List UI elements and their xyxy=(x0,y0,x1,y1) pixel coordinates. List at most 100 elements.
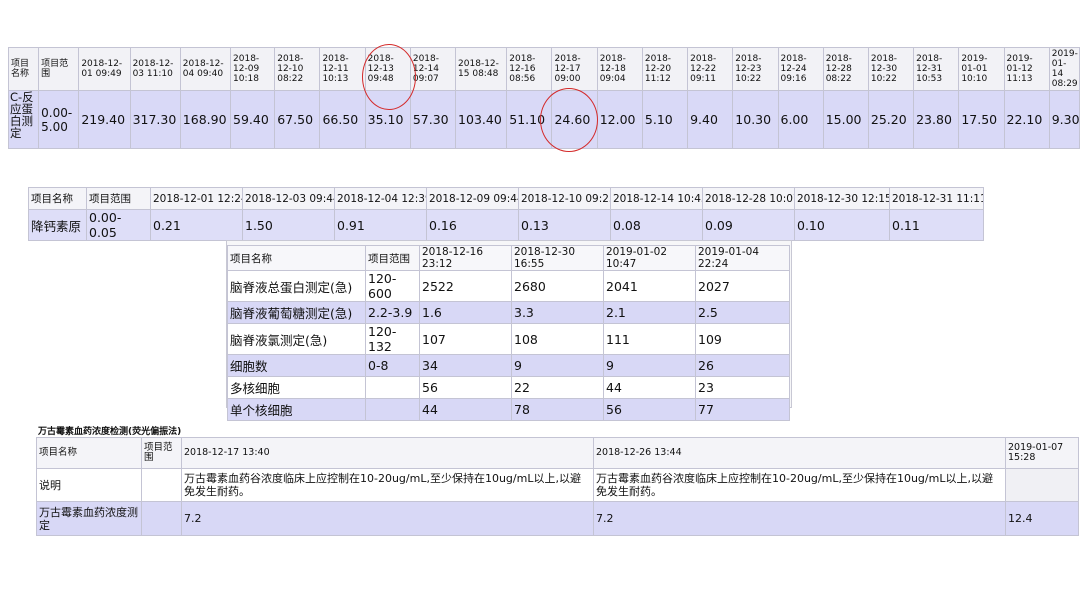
value-cell: 0.13 xyxy=(518,209,611,241)
date-header-cell: 2018-12-30 12:15 xyxy=(794,187,890,210)
value-cell: 12.4 xyxy=(1005,501,1079,536)
item-name-cell: 细胞数 xyxy=(227,354,366,377)
value-cell: 317.30 xyxy=(129,90,181,149)
date-header-cell: 2018-12-01 09:49 xyxy=(78,47,131,91)
date-header-cell: 2018-12-26 13:44 xyxy=(593,437,1006,469)
date-header-cell: 2018-12-28 10:07 xyxy=(702,187,795,210)
value-cell: 0.10 xyxy=(794,209,890,241)
table-row: 单个核细胞 44 78 56 77 xyxy=(227,398,790,421)
item-name-cell: 说明 xyxy=(36,468,142,502)
value-cell: 168.90 xyxy=(179,90,232,149)
item-name-cell: C-反应蛋白测定 xyxy=(7,90,40,149)
value-cell: 103.40 xyxy=(455,90,508,149)
date-header-cell: 2018-12-10 08:22 xyxy=(274,47,321,91)
crp-header-row: 项目名称 项目范围 2018-12-01 09:49 2018-12-03 11:… xyxy=(7,47,1080,91)
value-cell: 9 xyxy=(511,354,604,377)
value-cell: 67.50 xyxy=(274,90,321,149)
item-range-cell: 0.00-5.00 xyxy=(38,90,80,149)
item-range-cell xyxy=(141,501,182,536)
date-header-cell: 2018-12-23 10:22 xyxy=(732,47,779,91)
header-name-cell: 项目名称 xyxy=(7,47,40,91)
table-row: 脑脊液总蛋白测定(急) 120-600 2522 2680 2041 2027 xyxy=(227,270,790,302)
header-range-cell: 项目范围 xyxy=(365,245,420,271)
table-row: 说明 万古霉素血药谷浓度临床上应控制在10-20ug/mL,至少保持在10ug/m… xyxy=(36,468,1079,502)
value-cell: 9.30 xyxy=(1048,90,1080,149)
value-cell: 2.1 xyxy=(603,301,696,324)
header-name-cell: 项目名称 xyxy=(36,437,142,469)
item-name-cell: 单个核细胞 xyxy=(227,398,366,421)
value-cell: 44 xyxy=(603,376,696,399)
value-cell: 0.09 xyxy=(702,209,795,241)
value-cell: 2522 xyxy=(419,270,512,302)
table-row: 多核细胞 56 22 44 23 xyxy=(227,376,790,399)
vancomycin-table: 项目名称 项目范围 2018-12-17 13:40 2018-12-26 13:… xyxy=(36,437,1079,536)
value-cell: 219.40 xyxy=(78,90,131,149)
date-header-cell: 2019-01-14 08:29 xyxy=(1048,47,1080,91)
item-name-cell: 万古霉素血药浓度测定 xyxy=(36,501,142,536)
date-header-cell: 2018-12-30 10:22 xyxy=(867,47,915,91)
value-cell xyxy=(1005,468,1079,502)
table-row: 脑脊液葡萄糖测定(急) 2.2-3.9 1.6 3.3 2.1 2.5 xyxy=(227,301,790,324)
vancomycin-caption: 万古霉素血药浓度检测(荧光偏振法) xyxy=(38,427,182,437)
date-header-cell: 2018-12-31 11:11 xyxy=(889,187,984,210)
date-header-cell: 2018-12-18 09:04 xyxy=(596,47,643,91)
date-header-cell: 2019-01-04 22:24 xyxy=(695,245,790,271)
value-cell: 2041 xyxy=(603,270,696,302)
item-range-cell: 120-600 xyxy=(365,270,420,302)
value-cell: 15.00 xyxy=(822,90,869,149)
item-name-cell: 多核细胞 xyxy=(227,376,366,399)
value-cell: 0.91 xyxy=(334,209,427,241)
value-cell: 77 xyxy=(695,398,790,421)
date-header-cell: 2018-12-22 09:11 xyxy=(687,47,734,91)
value-cell: 1.6 xyxy=(419,301,512,324)
table-row: 脑脊液氯测定(急) 120-132 107 108 111 109 xyxy=(227,323,790,355)
item-range-cell: 120-132 xyxy=(365,323,420,355)
value-cell: 12.00 xyxy=(596,90,643,149)
item-name-cell: 脑脊液氯测定(急) xyxy=(227,323,366,355)
value-cell: 9.40 xyxy=(687,90,734,149)
value-cell: 56 xyxy=(419,376,512,399)
value-cell: 0.11 xyxy=(889,209,984,241)
value-cell: 0.16 xyxy=(426,209,519,241)
header-range-cell: 项目范围 xyxy=(141,437,182,469)
date-header-cell: 2018-12-31 10:53 xyxy=(913,47,960,91)
value-cell: 2.5 xyxy=(695,301,790,324)
item-name-cell: 降钙素原 xyxy=(28,209,87,241)
value-cell: 66.50 xyxy=(319,90,366,149)
date-header-cell: 2018-12-17 13:40 xyxy=(181,437,594,469)
date-header-cell: 2018-12-04 12:39 xyxy=(334,187,427,210)
date-header-cell: 2018-12-16 23:12 xyxy=(419,245,512,271)
date-header-cell: 2018-12-30 16:55 xyxy=(511,245,604,271)
value-cell: 26 xyxy=(695,354,790,377)
value-cell: 22 xyxy=(511,376,604,399)
value-cell: 23 xyxy=(695,376,790,399)
value-cell: 107 xyxy=(419,323,512,355)
item-range-cell xyxy=(365,376,420,399)
date-header-cell: 2019-01-01 10:10 xyxy=(958,47,1005,91)
item-name-cell: 脑脊液葡萄糖测定(急) xyxy=(227,301,366,324)
date-header-cell: 2018-12-09 09:44 xyxy=(426,187,519,210)
value-cell: 5.10 xyxy=(641,90,689,149)
value-cell: 17.50 xyxy=(958,90,1005,149)
date-header-cell: 2018-12-20 11:12 xyxy=(641,47,689,91)
value-cell: 78 xyxy=(511,398,604,421)
date-header-cell: 2018-12-14 09:07 xyxy=(409,47,457,91)
date-header-cell: 2019-01-12 11:13 xyxy=(1003,47,1050,91)
item-range-cell: 0.00-0.05 xyxy=(86,209,151,241)
value-cell: 万古霉素血药谷浓度临床上应控制在10-20ug/mL,至少保持在10ug/mL以… xyxy=(593,468,1006,502)
value-cell: 56 xyxy=(603,398,696,421)
csf-table: 项目名称 项目范围 2018-12-16 23:12 2018-12-30 16:… xyxy=(227,245,790,421)
date-header-cell: 2018-12-01 12:24 xyxy=(150,187,243,210)
value-cell: 6.00 xyxy=(777,90,824,149)
date-header-cell: 2018-12-03 11:10 xyxy=(129,47,181,91)
pct-header-row: 项目名称 项目范围 2018-12-01 12:24 2018-12-03 09:… xyxy=(28,187,984,210)
value-cell: 108 xyxy=(511,323,604,355)
item-name-cell: 脑脊液总蛋白测定(急) xyxy=(227,270,366,302)
highlight-circle xyxy=(362,44,416,110)
value-cell: 0.08 xyxy=(610,209,703,241)
value-cell: 109 xyxy=(695,323,790,355)
pct-data-row: 降钙素原 0.00-0.05 0.21 1.50 0.91 0.16 0.13 0.08 0… xyxy=(28,209,984,241)
value-cell: 25.20 xyxy=(867,90,915,149)
header-name-cell: 项目名称 xyxy=(227,245,366,271)
item-range-cell xyxy=(141,468,182,502)
